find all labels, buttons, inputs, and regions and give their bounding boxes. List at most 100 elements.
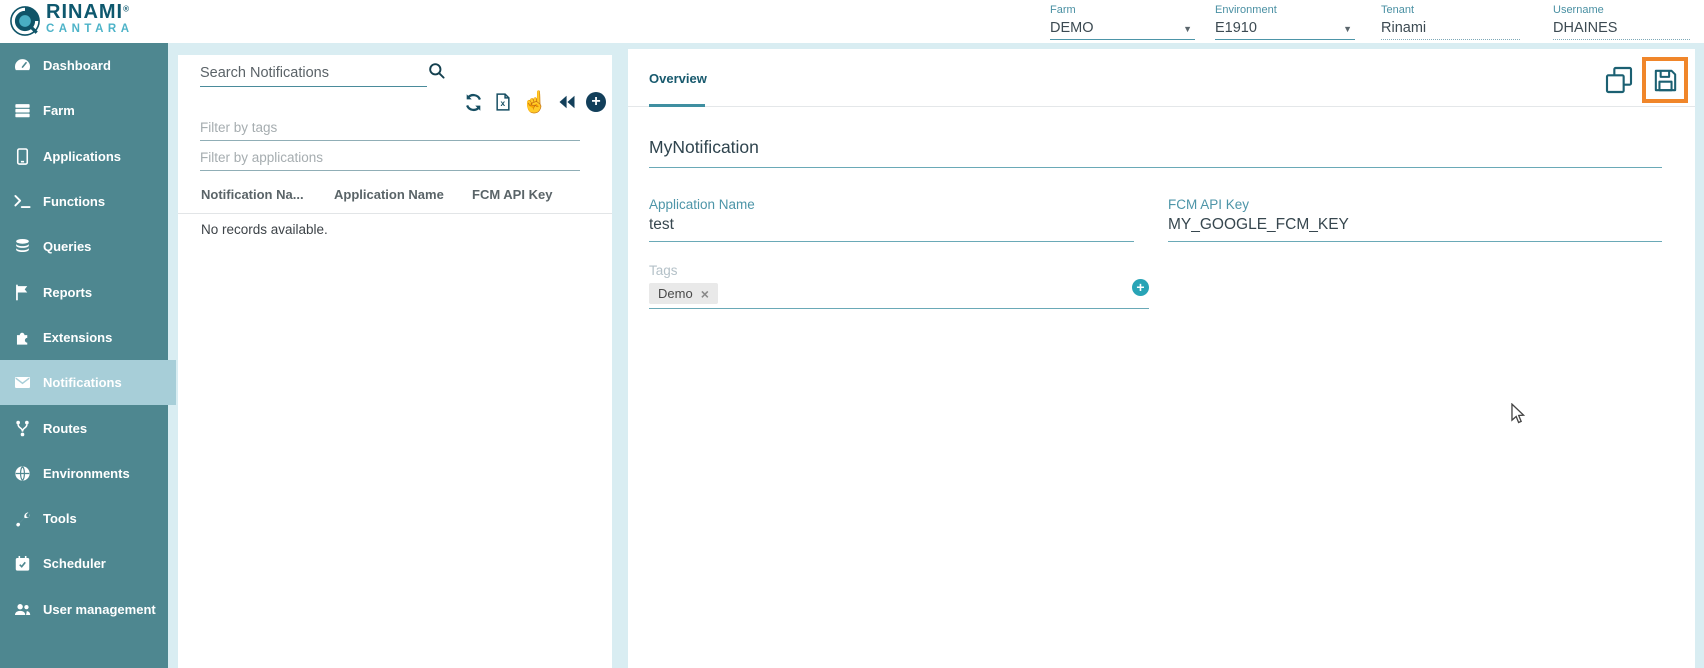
extensions-icon xyxy=(12,327,32,347)
column-header-notification-name[interactable]: Notification Na... xyxy=(201,187,304,202)
chevron-down-icon[interactable]: ▼ xyxy=(1343,24,1352,34)
username-field[interactable]: Username DHAINES xyxy=(1553,4,1690,40)
reports-icon xyxy=(12,282,32,302)
sidebar-item-label: Tools xyxy=(43,511,77,526)
tag-chips: Demo × xyxy=(649,283,1149,304)
tenant-field[interactable]: Tenant Rinami xyxy=(1381,4,1520,40)
environment-value[interactable]: E1910 xyxy=(1215,20,1257,36)
notification-detail-panel: Overview MyNotification Application Name… xyxy=(628,49,1695,668)
environment-select[interactable]: Environment E1910 ▼ xyxy=(1215,4,1355,40)
notification-name-field[interactable]: MyNotification xyxy=(649,137,1662,168)
filter-tags-input[interactable] xyxy=(200,115,580,141)
table-header: Notification Na... Application Name FCM … xyxy=(178,183,612,214)
search-row xyxy=(200,59,450,93)
tab-overview[interactable]: Overview xyxy=(649,71,707,86)
registered-mark: ® xyxy=(123,5,129,14)
sidebar-item-label: Applications xyxy=(43,149,121,164)
sidebar-item-farm[interactable]: Farm xyxy=(0,88,168,133)
filter-applications-input[interactable] xyxy=(200,145,580,171)
notifications-list-panel: x ☝ + Notification Na... Application Nam… xyxy=(178,55,612,668)
tag-chip-demo[interactable]: Demo × xyxy=(649,283,718,304)
rinami-logo-icon xyxy=(8,4,42,38)
sidebar-item-label: Extensions xyxy=(43,330,112,345)
farm-icon xyxy=(12,101,32,121)
sidebar-item-label: Notifications xyxy=(43,375,122,390)
applications-icon xyxy=(12,146,32,166)
tenant-label: Tenant xyxy=(1381,4,1520,16)
hand-pointer-icon[interactable]: ☝ xyxy=(522,92,548,113)
sidebar-item-label: Routes xyxy=(43,421,87,436)
routes-icon xyxy=(12,418,32,438)
filter-applications-row xyxy=(200,145,580,173)
refresh-icon[interactable] xyxy=(463,92,484,113)
tag-chip-label: Demo xyxy=(658,286,693,301)
notifications-icon xyxy=(12,373,32,393)
sidebar-item-extensions[interactable]: Extensions xyxy=(0,315,168,360)
fcm-api-key-value[interactable]: MY_GOOGLE_FCM_KEY xyxy=(1168,216,1662,242)
environments-icon xyxy=(12,463,32,483)
sidebar-item-label: Dashboard xyxy=(43,58,111,73)
tags-label: Tags xyxy=(649,263,1149,278)
rewind-icon[interactable] xyxy=(557,92,577,112)
sidebar-item-routes[interactable]: Routes xyxy=(0,405,168,450)
sidebar-item-environments[interactable]: Environments xyxy=(0,451,168,496)
active-tab-indicator xyxy=(649,104,705,107)
sidebar-item-label: Environments xyxy=(43,466,130,481)
top-header-bar: RINAMI® CANTARA Farm DEMO ▼ Environment … xyxy=(0,0,1704,43)
sidebar-item-reports[interactable]: Reports xyxy=(0,269,168,314)
app-root: { "brand": { "name": "RINAMI", "subname"… xyxy=(0,0,1704,668)
dashboard-icon xyxy=(12,56,32,76)
sidebar-item-functions[interactable]: Functions xyxy=(0,179,168,224)
sidebar-item-applications[interactable]: Applications xyxy=(0,134,168,179)
sidebar-item-scheduler[interactable]: Scheduler xyxy=(0,541,168,586)
sidebar-item-queries[interactable]: Queries xyxy=(0,224,168,269)
user-management-icon xyxy=(12,599,32,619)
farm-select[interactable]: Farm DEMO ▼ xyxy=(1050,4,1195,40)
brand-subname: CANTARA xyxy=(46,24,134,36)
list-toolbar: x ☝ + xyxy=(463,89,606,115)
application-name-label: Application Name xyxy=(649,197,1134,212)
tools-icon xyxy=(12,509,32,529)
search-input[interactable] xyxy=(200,59,427,87)
tags-field: Tags Demo × + xyxy=(649,263,1149,309)
remove-tag-icon[interactable]: × xyxy=(701,287,709,301)
search-icon[interactable] xyxy=(427,61,446,85)
username-value[interactable]: DHAINES xyxy=(1553,20,1617,36)
column-header-application-name[interactable]: Application Name xyxy=(334,187,444,202)
add-icon[interactable]: + xyxy=(586,92,606,112)
svg-text:x: x xyxy=(500,98,505,108)
environment-label: Environment xyxy=(1215,4,1355,16)
add-tag-icon[interactable]: + xyxy=(1132,279,1149,296)
excel-export-icon[interactable]: x xyxy=(493,92,513,112)
filter-tags-row xyxy=(200,115,580,143)
tenant-value[interactable]: Rinami xyxy=(1381,20,1426,36)
empty-table-message: No records available. xyxy=(201,222,328,237)
sidebar-nav: Dashboard Farm Applications Functions Qu… xyxy=(0,43,168,668)
save-icon xyxy=(1651,66,1680,95)
column-header-fcm-api-key[interactable]: FCM API Key xyxy=(472,187,552,202)
brand-text: RINAMI® CANTARA xyxy=(46,2,134,36)
functions-icon xyxy=(12,192,32,212)
chevron-down-icon[interactable]: ▼ xyxy=(1183,24,1192,34)
scheduler-icon xyxy=(12,554,32,574)
brand-name: RINAMI xyxy=(46,1,123,23)
sidebar-item-label: Queries xyxy=(43,239,91,254)
sidebar-item-label: Scheduler xyxy=(43,556,106,571)
sidebar-item-dashboard[interactable]: Dashboard xyxy=(0,43,168,88)
queries-icon xyxy=(12,237,32,257)
application-name-value[interactable]: test xyxy=(649,216,1134,242)
save-button[interactable] xyxy=(1642,57,1688,103)
farm-label: Farm xyxy=(1050,4,1195,16)
application-name-field: Application Name test xyxy=(649,197,1134,242)
sidebar-item-user-management[interactable]: User management xyxy=(0,587,168,632)
sidebar-item-label: User management xyxy=(43,602,156,617)
username-label: Username xyxy=(1553,4,1690,16)
sidebar-item-label: Functions xyxy=(43,194,105,209)
tab-bar: Overview xyxy=(628,49,1695,107)
fcm-api-key-field: FCM API Key MY_GOOGLE_FCM_KEY xyxy=(1168,197,1662,242)
sidebar-item-tools[interactable]: Tools xyxy=(0,496,168,541)
copy-button[interactable] xyxy=(1603,64,1635,96)
sidebar-item-label: Reports xyxy=(43,285,92,300)
sidebar-item-notifications[interactable]: Notifications xyxy=(0,360,176,405)
farm-value[interactable]: DEMO xyxy=(1050,20,1094,36)
